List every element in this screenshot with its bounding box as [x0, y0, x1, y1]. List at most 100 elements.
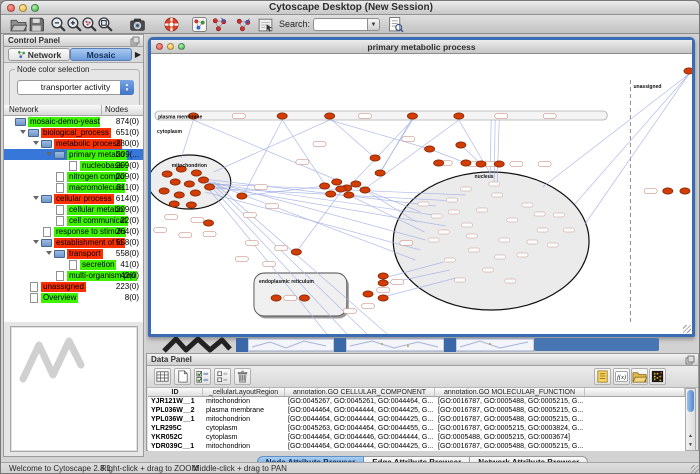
network-node[interactable] [456, 142, 466, 148]
zoom-to-fit-icon[interactable] [97, 16, 114, 33]
tree-item-label[interactable]: establishment of lo [54, 238, 125, 248]
table-row[interactable]: YLR295Ccytoplasm[GO:0045263, GO:0044464,… [148, 424, 685, 433]
network-snapshot-icon[interactable] [129, 16, 146, 33]
zoom-selected-region-icon[interactable] [81, 16, 98, 33]
tree-item-label[interactable]: transport [67, 249, 103, 259]
formula-builder-icon[interactable]: f(x) [613, 368, 630, 385]
tree-row[interactable]: biological_process651(0) [4, 127, 143, 138]
select-attributes-icon[interactable] [194, 368, 211, 385]
network-node[interactable] [325, 113, 335, 119]
tree-item-label[interactable]: unassigned [41, 282, 86, 292]
tree-row[interactable]: establishment of lo558(0) [4, 237, 143, 248]
tree-item-label[interactable]: cellular process [54, 194, 114, 204]
scroll-up-icon[interactable]: ▲ [686, 432, 695, 441]
tree-row[interactable]: mosaic-demo-yeast874(0) [4, 116, 143, 127]
network-node[interactable] [425, 146, 435, 152]
network-node[interactable] [174, 192, 184, 198]
network-node[interactable] [663, 188, 673, 194]
node-color-dropdown[interactable]: transporter activity ▲▼ [17, 80, 134, 95]
network-node[interactable] [169, 201, 179, 207]
scrollbar-thumb[interactable] [687, 390, 694, 412]
network-node[interactable] [344, 192, 354, 198]
network-node[interactable] [375, 170, 385, 176]
table-row[interactable]: YPL036W__2plasma membrane[GO:0044464, GO… [148, 406, 685, 415]
tree-row[interactable]: cellular process614(0) [4, 193, 143, 204]
network-node[interactable] [370, 155, 380, 161]
tree-row[interactable]: unassigned223(0) [4, 281, 143, 292]
table-scrollbar[interactable]: ▲ ▼ [685, 388, 696, 451]
tree-item-label[interactable]: mosaic-demo-yeast [28, 117, 100, 127]
network-node[interactable] [184, 181, 194, 187]
save-session-icon[interactable] [28, 16, 45, 33]
tree-header[interactable]: Network Nodes [4, 105, 143, 116]
network-node[interactable] [407, 113, 417, 119]
expander-icon[interactable] [46, 152, 52, 156]
open-network-icon[interactable] [10, 16, 27, 33]
network-node[interactable] [159, 188, 169, 194]
unselect-attributes-icon[interactable] [214, 368, 231, 385]
tree-row[interactable]: transport558(0) [4, 248, 143, 259]
network-node[interactable] [336, 186, 346, 192]
column-header[interactable]: ID [148, 388, 203, 396]
float-panel-icon[interactable] [685, 355, 695, 365]
network-node[interactable] [162, 171, 172, 177]
tree-row[interactable]: metabolic process280(0) [4, 138, 143, 149]
zoom-out-icon[interactable] [50, 16, 67, 33]
network-node[interactable] [476, 161, 486, 167]
matrix-view-icon[interactable] [649, 368, 666, 385]
expander-icon[interactable] [20, 130, 26, 134]
tree-item-label[interactable]: cell communicat [67, 216, 128, 226]
app-resize-grip[interactable] [691, 465, 700, 474]
table-row[interactable]: YKR052Ccytoplasm[GO:0044464, GO:0044446,… [148, 433, 685, 442]
tree-row[interactable]: secretion41(0) [4, 259, 143, 270]
tab-overflow-arrow[interactable]: ▶ [135, 51, 141, 59]
tree-item-label[interactable]: Overview [41, 293, 78, 303]
network-node[interactable] [378, 295, 388, 301]
annotation-pad-icon[interactable] [257, 16, 274, 33]
float-panel-icon[interactable] [130, 36, 140, 46]
background-windows-strip[interactable] [146, 337, 699, 353]
network-node[interactable] [351, 181, 361, 187]
tree-item-label[interactable]: metabolic process [54, 139, 122, 149]
tree-row[interactable]: cellular metabo209(0) [4, 204, 143, 215]
network-node[interactable] [186, 202, 196, 208]
network-node[interactable] [434, 160, 444, 166]
network-node[interactable] [237, 193, 247, 199]
help-ring-icon[interactable] [163, 16, 180, 33]
window-titlebar[interactable]: Cytoscape Desktop (New Session) [1, 1, 700, 15]
network-window-titlebar[interactable]: primary metabolic process [151, 40, 692, 54]
network-node[interactable] [291, 249, 301, 255]
expander-icon[interactable] [33, 196, 39, 200]
network-node[interactable] [277, 113, 287, 119]
network-node[interactable] [190, 190, 200, 196]
tree-col-divider[interactable] [101, 105, 102, 115]
network-node[interactable] [363, 291, 373, 297]
delete-attribute-icon[interactable] [234, 368, 251, 385]
search-dropdown-arrow[interactable]: ▼ [367, 18, 380, 31]
network-view-window[interactable]: primary metabolic process plasma membran… [148, 37, 695, 337]
column-header[interactable]: annotation.GO MOLECULAR_FUNCTION [435, 388, 585, 396]
column-header[interactable]: _cellularLayoutRegion [203, 388, 285, 396]
tree-row[interactable]: nucleobase-209(0) [4, 160, 143, 171]
region-nucleus[interactable] [393, 172, 589, 310]
network-node[interactable] [360, 187, 370, 193]
vizmapper-icon[interactable] [191, 16, 208, 33]
tab-network[interactable]: Network [8, 48, 70, 61]
region-plasma-membrane[interactable] [155, 111, 607, 120]
search-options-icon[interactable] [387, 16, 404, 33]
tree-item-label[interactable]: secretion [80, 260, 116, 270]
network-node[interactable] [299, 295, 309, 301]
network-node[interactable] [684, 68, 692, 74]
expander-icon[interactable] [33, 141, 39, 145]
network-node[interactable] [170, 179, 180, 185]
table-row[interactable]: YPL036W__1mitochondrion[GO:0044464, GO:0… [148, 415, 685, 424]
network-node[interactable] [332, 179, 342, 185]
tree-row[interactable]: macromolecule311(0) [4, 182, 143, 193]
tree-row[interactable]: multi-organism pro42(0) [4, 270, 143, 281]
network-node[interactable] [454, 113, 464, 119]
tree-item-label[interactable]: biological_process [41, 128, 111, 138]
network-node[interactable] [494, 161, 504, 167]
network-node[interactable] [378, 280, 388, 286]
birds-eye-view[interactable] [10, 326, 138, 452]
network-node[interactable] [203, 220, 213, 226]
